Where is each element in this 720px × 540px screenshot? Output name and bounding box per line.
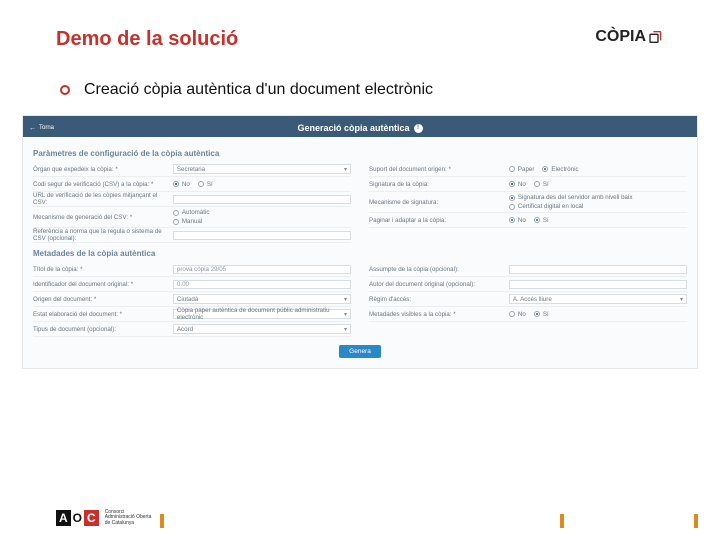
metaext-si-text: Sí bbox=[543, 311, 549, 318]
chevron-down-icon: ▾ bbox=[680, 296, 683, 303]
titol-input[interactable]: prova còpia 29/05 bbox=[173, 265, 351, 274]
csv-label: Codi segur de verificació (CSV) a la còp… bbox=[33, 181, 173, 188]
generate-button[interactable]: Genera bbox=[339, 345, 381, 358]
copy-icon bbox=[648, 29, 664, 45]
tipus-label: Tipus de document (opcional): bbox=[33, 326, 173, 333]
csv-no-text: No bbox=[182, 181, 190, 188]
footer-logo: AOC Consorci Administració Oberta de Cat… bbox=[56, 510, 151, 526]
arrow-left-icon: ← bbox=[29, 125, 36, 132]
mec-manual-text: Manual bbox=[182, 218, 202, 225]
app-screenshot: ← Torna Generació còpia autèntica ! Parà… bbox=[22, 115, 698, 369]
organ-select[interactable]: Secretaria ▾ bbox=[173, 164, 351, 174]
section-meta: Metadades de la còpia autèntica bbox=[33, 249, 687, 258]
url-label: URL de verificació de les còpies mitjanç… bbox=[33, 192, 173, 206]
estat-select[interactable]: Còpia paper autèntica de document públic… bbox=[173, 309, 351, 319]
sig-label: Signatura de la còpia: bbox=[369, 181, 509, 188]
footer-text: Consorci Administració Oberta de Catalun… bbox=[105, 510, 152, 526]
mec-label: Mecanisme de generació del CSV: * bbox=[33, 214, 173, 221]
sig-no-radio[interactable]: No bbox=[509, 181, 526, 188]
url-input[interactable] bbox=[173, 195, 351, 204]
pag-no-radio[interactable]: No bbox=[509, 217, 526, 224]
titol-label: Títol de la còpia: * bbox=[33, 266, 173, 273]
autor-label: Autor del document original (opcional): bbox=[369, 281, 509, 288]
tipus-select[interactable]: Acord ▾ bbox=[173, 324, 351, 334]
origen-label: Origen del document: * bbox=[33, 296, 173, 303]
autor-input[interactable] bbox=[509, 280, 687, 289]
footer-l3: de Catalunya bbox=[105, 521, 152, 526]
slide-title: Demo de la solució bbox=[56, 28, 238, 51]
chevron-down-icon: ▾ bbox=[344, 326, 347, 333]
mec-auto-text: Automàtic bbox=[182, 209, 210, 216]
sig-si-text: Sí bbox=[543, 181, 549, 188]
id-label: Identificador del document original: * bbox=[33, 281, 173, 288]
back-button[interactable]: ← Torna bbox=[29, 125, 54, 132]
csv-no-radio[interactable]: No bbox=[173, 181, 190, 188]
aoc-logo: AOC bbox=[56, 510, 99, 526]
pag-si-text: Sí bbox=[543, 217, 549, 224]
section-config: Paràmetres de configuració de la còpia a… bbox=[33, 149, 687, 158]
metaext-label: Metadades visibles a la còpia: * bbox=[369, 311, 509, 318]
origen-select[interactable]: Ciutadà ▾ bbox=[173, 294, 351, 304]
chevron-down-icon: ▾ bbox=[344, 166, 347, 173]
organ-value: Secretaria bbox=[177, 166, 205, 173]
suport-elec-text: Electrònic bbox=[551, 166, 578, 173]
mecsig-a-text: Signatura des del servidor amb nivell ba… bbox=[518, 194, 633, 201]
suport-paper-radio[interactable]: Paper bbox=[509, 166, 535, 173]
chevron-down-icon: ▾ bbox=[344, 296, 347, 303]
regim-value: A. Accés lliure bbox=[513, 296, 552, 303]
mecsig-b-text: Certificat digital en local bbox=[518, 203, 583, 210]
metaext-no-text: No bbox=[518, 311, 526, 318]
origen-value: Ciutadà bbox=[177, 296, 198, 303]
csv-si-radio[interactable]: Sí bbox=[198, 181, 213, 188]
brand-logo: CÒPIA bbox=[595, 28, 664, 46]
suport-paper-text: Paper bbox=[518, 166, 535, 173]
sig-no-text: No bbox=[518, 181, 526, 188]
estat-value: Còpia paper autèntica de document públic… bbox=[177, 307, 344, 321]
info-icon[interactable]: ! bbox=[414, 124, 423, 133]
suport-label: Suport del document origen: * bbox=[369, 166, 509, 173]
bullet-text: Creació còpia autèntica d'un document el… bbox=[84, 81, 433, 99]
mecsig-label: Mecanisme de signatura: bbox=[369, 199, 509, 206]
pag-no-text: No bbox=[518, 217, 526, 224]
mecsig-a-radio[interactable]: Signatura des del servidor amb nivell ba… bbox=[509, 194, 633, 201]
ref-label: Referència a norma que la regula o siste… bbox=[33, 228, 173, 242]
sig-si-radio[interactable]: Sí bbox=[534, 181, 549, 188]
chevron-down-icon: ▾ bbox=[344, 311, 347, 318]
mec-auto-radio[interactable]: Automàtic bbox=[173, 209, 210, 216]
ref-input[interactable] bbox=[173, 231, 351, 240]
assumpte-label: Assumpte de la còpia (opcional): bbox=[369, 266, 509, 273]
titol-value: prova còpia 29/05 bbox=[177, 266, 226, 273]
regim-label: Règim d'accés: bbox=[369, 296, 509, 303]
suport-elec-radio[interactable]: Electrònic bbox=[542, 166, 578, 173]
estat-label: Estat elaboració del document: * bbox=[33, 311, 173, 318]
bullet-marker bbox=[60, 85, 70, 95]
id-input[interactable]: 0.00 bbox=[173, 280, 351, 289]
csv-si-text: Sí bbox=[207, 181, 213, 188]
pag-label: Paginar i adaptar a la còpia: bbox=[369, 217, 509, 224]
back-label: Torna bbox=[39, 125, 54, 131]
assumpte-input[interactable] bbox=[509, 265, 687, 274]
metaext-si-radio[interactable]: Sí bbox=[534, 311, 549, 318]
id-value: 0.00 bbox=[177, 281, 189, 288]
regim-select[interactable]: A. Accés lliure ▾ bbox=[509, 294, 687, 304]
tipus-value: Acord bbox=[177, 326, 193, 333]
pag-si-radio[interactable]: Sí bbox=[534, 217, 549, 224]
brand-text: CÒPIA bbox=[595, 28, 646, 46]
mecsig-b-radio[interactable]: Certificat digital en local bbox=[509, 203, 583, 210]
metaext-no-radio[interactable]: No bbox=[509, 311, 526, 318]
page-title-text: Generació còpia autèntica bbox=[297, 123, 409, 133]
mec-manual-radio[interactable]: Manual bbox=[173, 218, 202, 225]
organ-label: Òrgan que expedeix la còpia: * bbox=[33, 166, 173, 173]
app-topbar: ← Torna Generació còpia autèntica ! bbox=[23, 119, 697, 137]
bullet-item: Creació còpia autèntica d'un document el… bbox=[60, 81, 664, 99]
page-title: Generació còpia autèntica ! bbox=[297, 123, 422, 133]
